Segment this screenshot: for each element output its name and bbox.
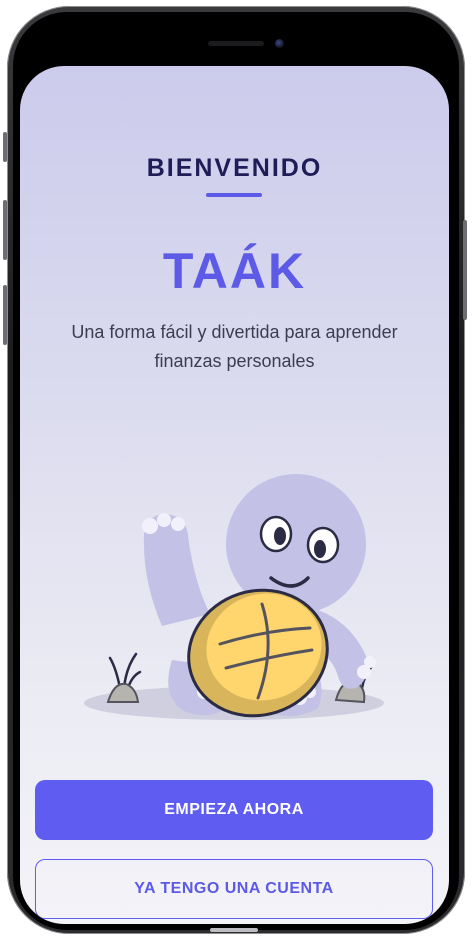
brand-title: TAÁK — [162, 243, 307, 299]
start-now-label: EMPIEZA AHORA — [164, 801, 304, 818]
home-indicator — [210, 928, 258, 932]
volume-down-button — [3, 285, 7, 345]
speaker-grille — [208, 41, 264, 46]
have-account-label: YA TENGO UNA CUENTA — [134, 880, 334, 897]
turtle-mascot-illustration — [84, 474, 384, 720]
front-camera-icon — [275, 39, 284, 48]
welcome-heading: BIENVENIDO — [146, 154, 323, 182]
heading-underline — [206, 193, 262, 197]
rock-icon — [106, 682, 140, 703]
mute-switch — [3, 132, 7, 162]
welcome-screen: BIENVENIDO TAÁK Una forma fácil y divert… — [20, 66, 449, 924]
have-account-button[interactable]: YA TENGO UNA CUENTA — [35, 859, 433, 919]
volume-up-button — [3, 200, 7, 260]
power-button — [463, 220, 467, 320]
start-now-button[interactable]: EMPIEZA AHORA — [35, 780, 433, 840]
tagline: Una forma fácil y divertida para aprende… — [71, 322, 398, 371]
